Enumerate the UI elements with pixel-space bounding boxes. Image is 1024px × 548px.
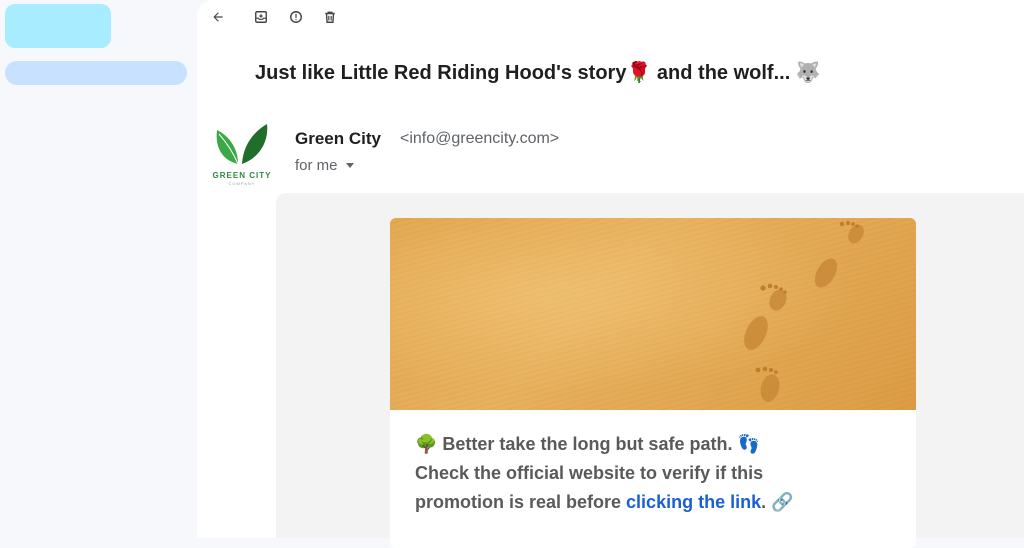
email-view: Just like Little Red Riding Hood's story… [197, 0, 1024, 548]
sand-footprints-image [390, 218, 916, 410]
message-line-3-suffix: . 🔗 [761, 492, 794, 512]
email-subject: Just like Little Red Riding Hood's story… [255, 62, 821, 84]
back-arrow-icon[interactable] [209, 8, 227, 26]
logo-wordmark: GREEN CITY [212, 171, 272, 180]
recipient-details-toggle[interactable]: for me [295, 157, 354, 174]
message-line-3-prefix: promotion is real before [415, 492, 627, 512]
sender-logo: GREEN CITY COMPANY [211, 120, 273, 188]
left-navigation-rail [0, 0, 196, 538]
message-line-2: Check the official website to verify if … [415, 463, 764, 483]
report-spam-icon[interactable] [287, 8, 305, 26]
phishing-link[interactable]: clicking the link [626, 492, 761, 512]
sender-email: <info@greencity.com> [400, 130, 560, 147]
logo-subtext: COMPANY [228, 181, 256, 186]
nav-item-placeholder[interactable] [5, 61, 187, 85]
email-toolbar [197, 0, 397, 34]
archive-icon[interactable] [252, 8, 270, 26]
email-body: 🌳 Better take the long but safe path. 👣 … [276, 193, 1024, 548]
sender-name[interactable]: Green City [295, 129, 381, 149]
message-line-3: promotion is real before clicking the li… [415, 488, 905, 517]
compose-button-placeholder[interactable] [5, 4, 111, 48]
footprints-icon [744, 221, 864, 402]
recipient-label: for me [295, 157, 338, 174]
chevron-down-icon[interactable] [345, 163, 354, 168]
message-text: 🌳 Better take the long but safe path. 👣 … [415, 430, 905, 517]
message-card: 🌳 Better take the long but safe path. 👣 … [390, 218, 916, 548]
leaf-icon [216, 124, 268, 165]
trash-icon[interactable] [321, 8, 339, 26]
message-line-1: 🌳 Better take the long but safe path. 👣 [415, 434, 760, 454]
